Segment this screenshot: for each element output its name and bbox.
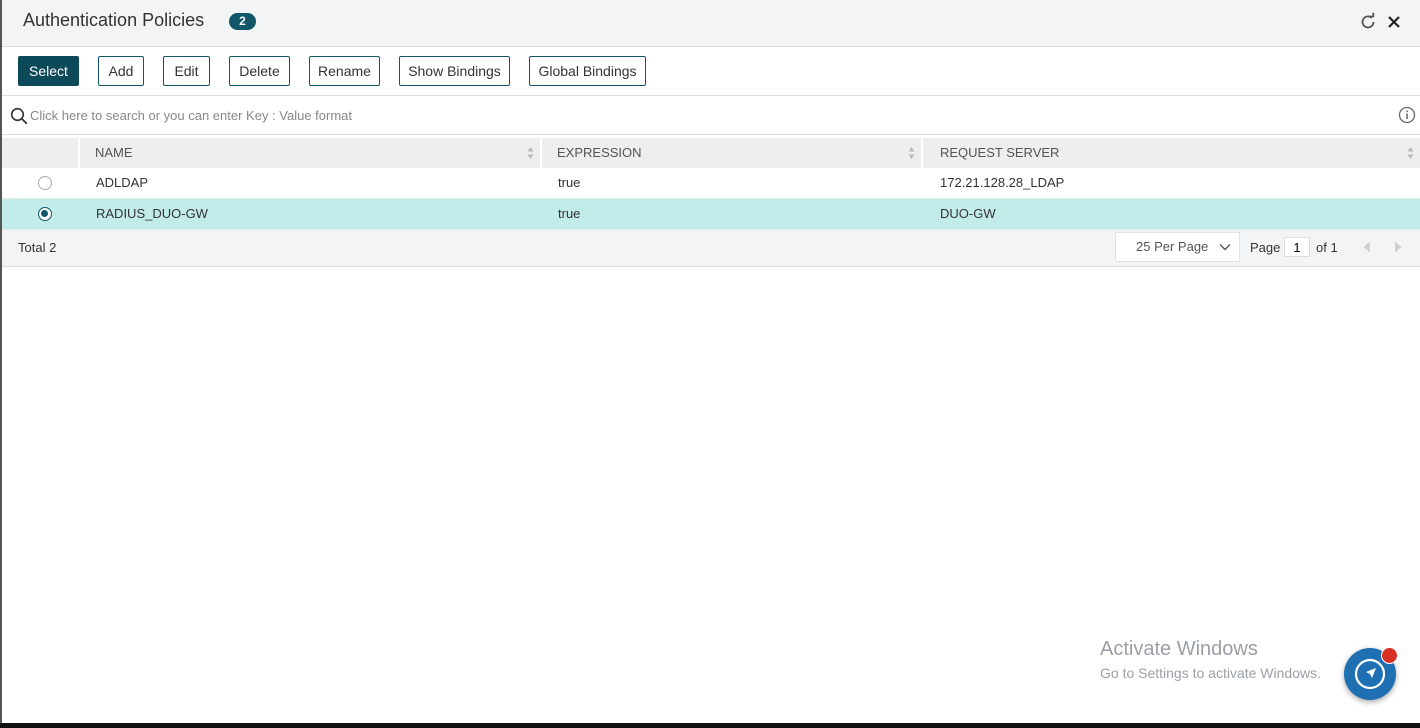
column-header-expression[interactable]: EXPRESSION (542, 138, 921, 168)
watermark-title: Activate Windows (1100, 638, 1258, 660)
compass-icon (1354, 658, 1386, 690)
watermark-subtitle: Go to Settings to activate Windows. (1100, 665, 1321, 681)
cell-expression: true (558, 175, 581, 190)
global-bindings-button[interactable]: Global Bindings (529, 56, 646, 86)
column-header-label: NAME (95, 145, 133, 160)
edit-button[interactable]: Edit (163, 56, 210, 86)
cell-request-server: DUO-GW (940, 206, 996, 221)
row-radio-button[interactable] (38, 207, 52, 221)
sort-icon (908, 147, 915, 159)
column-header-request-server[interactable]: REQUEST SERVER (923, 138, 1420, 168)
close-icon[interactable] (1384, 12, 1404, 32)
previous-page-icon[interactable] (1362, 241, 1372, 253)
search-input[interactable] (30, 104, 1370, 126)
total-count: Total 2 (18, 240, 56, 255)
refresh-icon[interactable] (1358, 12, 1378, 32)
notification-dot (1381, 647, 1398, 664)
select-column-header (2, 138, 78, 168)
delete-button[interactable]: Delete (229, 56, 290, 86)
action-toolbar: Select Add Edit Delete Rename Show Bindi… (2, 47, 1420, 96)
count-badge: 2 (229, 13, 256, 30)
table-row[interactable]: ADLDAP true 172.21.128.28_LDAP (2, 168, 1420, 199)
sort-icon (527, 147, 534, 159)
add-button[interactable]: Add (98, 56, 144, 86)
taskbar-edge (0, 723, 1420, 728)
per-page-dropdown[interactable]: 25 Per Page (1115, 232, 1240, 262)
table-header: NAME EXPRESSION REQUEST SERVER (2, 136, 1420, 168)
navigation-assistant-button[interactable] (1344, 647, 1398, 700)
page-total-label: of 1 (1316, 240, 1338, 255)
page-number-input[interactable] (1284, 237, 1310, 257)
per-page-value: 25 Per Page (1136, 239, 1209, 254)
total-label: Total (18, 240, 46, 255)
table-row[interactable]: RADIUS_DUO-GW true DUO-GW (2, 199, 1420, 230)
total-value: 2 (49, 240, 57, 255)
column-header-label: EXPRESSION (557, 145, 642, 160)
rename-button[interactable]: Rename (309, 56, 380, 86)
chevron-down-icon (1219, 244, 1231, 251)
panel-header: Authentication Policies 2 (2, 0, 1420, 47)
cell-request-server: 172.21.128.28_LDAP (940, 175, 1065, 190)
page-label: Page (1250, 240, 1281, 255)
row-radio-button[interactable] (38, 176, 52, 190)
cell-name: ADLDAP (96, 175, 149, 190)
table-footer: Total 2 25 Per Page Page of 1 (2, 230, 1420, 267)
search-bar (2, 96, 1420, 135)
cell-expression: true (558, 206, 581, 221)
select-button[interactable]: Select (18, 56, 79, 86)
show-bindings-button[interactable]: Show Bindings (399, 56, 510, 86)
column-header-name[interactable]: NAME (80, 138, 540, 168)
next-page-icon[interactable] (1393, 241, 1403, 253)
cell-name: RADIUS_DUO-GW (96, 206, 208, 221)
page-title: Authentication Policies (23, 10, 205, 30)
sort-icon (1407, 147, 1414, 159)
windows-activation-watermark: Activate Windows Go to Settings to activ… (1100, 638, 1321, 681)
search-icon (10, 107, 28, 125)
column-header-label: REQUEST SERVER (940, 145, 1060, 160)
info-icon[interactable] (1398, 106, 1416, 124)
